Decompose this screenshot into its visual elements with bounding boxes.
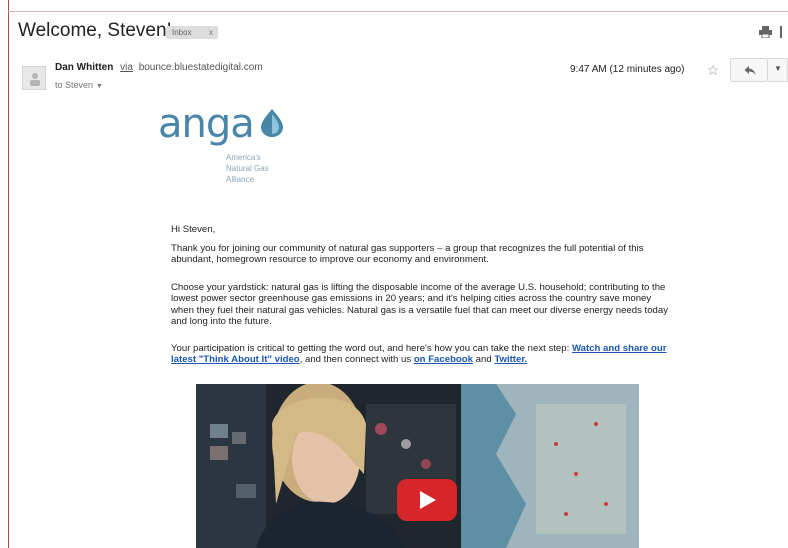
sender-domain: bounce.bluestatedigital.com <box>138 62 263 73</box>
inbox-label-chip[interactable]: Inbox x <box>166 26 218 39</box>
play-icon[interactable] <box>397 479 457 521</box>
inbox-label-text: Inbox <box>172 28 192 37</box>
more-actions-button[interactable]: ▼ <box>768 58 788 82</box>
anga-logo-mark <box>261 109 283 137</box>
more-vertical-icon[interactable] <box>777 26 785 38</box>
paragraph-thanks: Thank you for joining our community of n… <box>171 243 644 266</box>
anga-logo-wordmark: anga <box>158 101 255 147</box>
recipient-text: to Steven <box>55 80 94 90</box>
twitter-link[interactable]: Twitter. <box>494 354 527 365</box>
via-link[interactable]: via <box>120 62 133 73</box>
chevron-down-icon: ▼ <box>774 64 782 73</box>
recipient-line[interactable]: to Steven ▼ <box>55 80 103 90</box>
anga-logo-tagline: America's Natural Gas Alliance <box>226 152 269 185</box>
subject-row: Welcome, Steven! Inbox x <box>14 18 788 48</box>
paragraph-next-step: Your participation is critical to gettin… <box>171 343 671 366</box>
person-icon <box>30 73 40 86</box>
remove-label-icon[interactable]: x <box>209 26 213 39</box>
sender-line: Dan Whitten via bounce.bluestatedigital.… <box>55 62 263 73</box>
reply-button[interactable] <box>730 58 768 82</box>
print-icon[interactable] <box>759 26 772 38</box>
email-subject: Welcome, Steven! <box>18 20 172 41</box>
tagline-line-3: Alliance <box>226 175 255 184</box>
next-step-and: and <box>472 354 495 366</box>
video-thumbnail[interactable] <box>196 384 639 548</box>
tagline-line-2: Natural Gas <box>226 164 269 173</box>
tagline-line-1: America's <box>226 153 261 162</box>
reply-icon <box>744 66 756 75</box>
recipient-details-icon[interactable]: ▼ <box>96 83 103 90</box>
window-border <box>8 0 9 548</box>
email-timestamp: 9:47 AM (12 minutes ago) <box>570 64 685 75</box>
star-icon[interactable] <box>708 65 718 75</box>
sender-name[interactable]: Dan Whitten <box>55 62 113 73</box>
paragraph-yardstick: Choose your yardstick: natural gas is li… <box>171 282 669 328</box>
facebook-link[interactable]: on Facebook <box>414 354 473 365</box>
window-border-top <box>8 11 788 12</box>
sender-avatar <box>22 66 46 90</box>
greeting: Hi Steven, <box>171 224 216 235</box>
next-step-mid: , and then connect with us <box>299 354 414 366</box>
next-step-intro: Your participation is critical to gettin… <box>171 343 570 354</box>
